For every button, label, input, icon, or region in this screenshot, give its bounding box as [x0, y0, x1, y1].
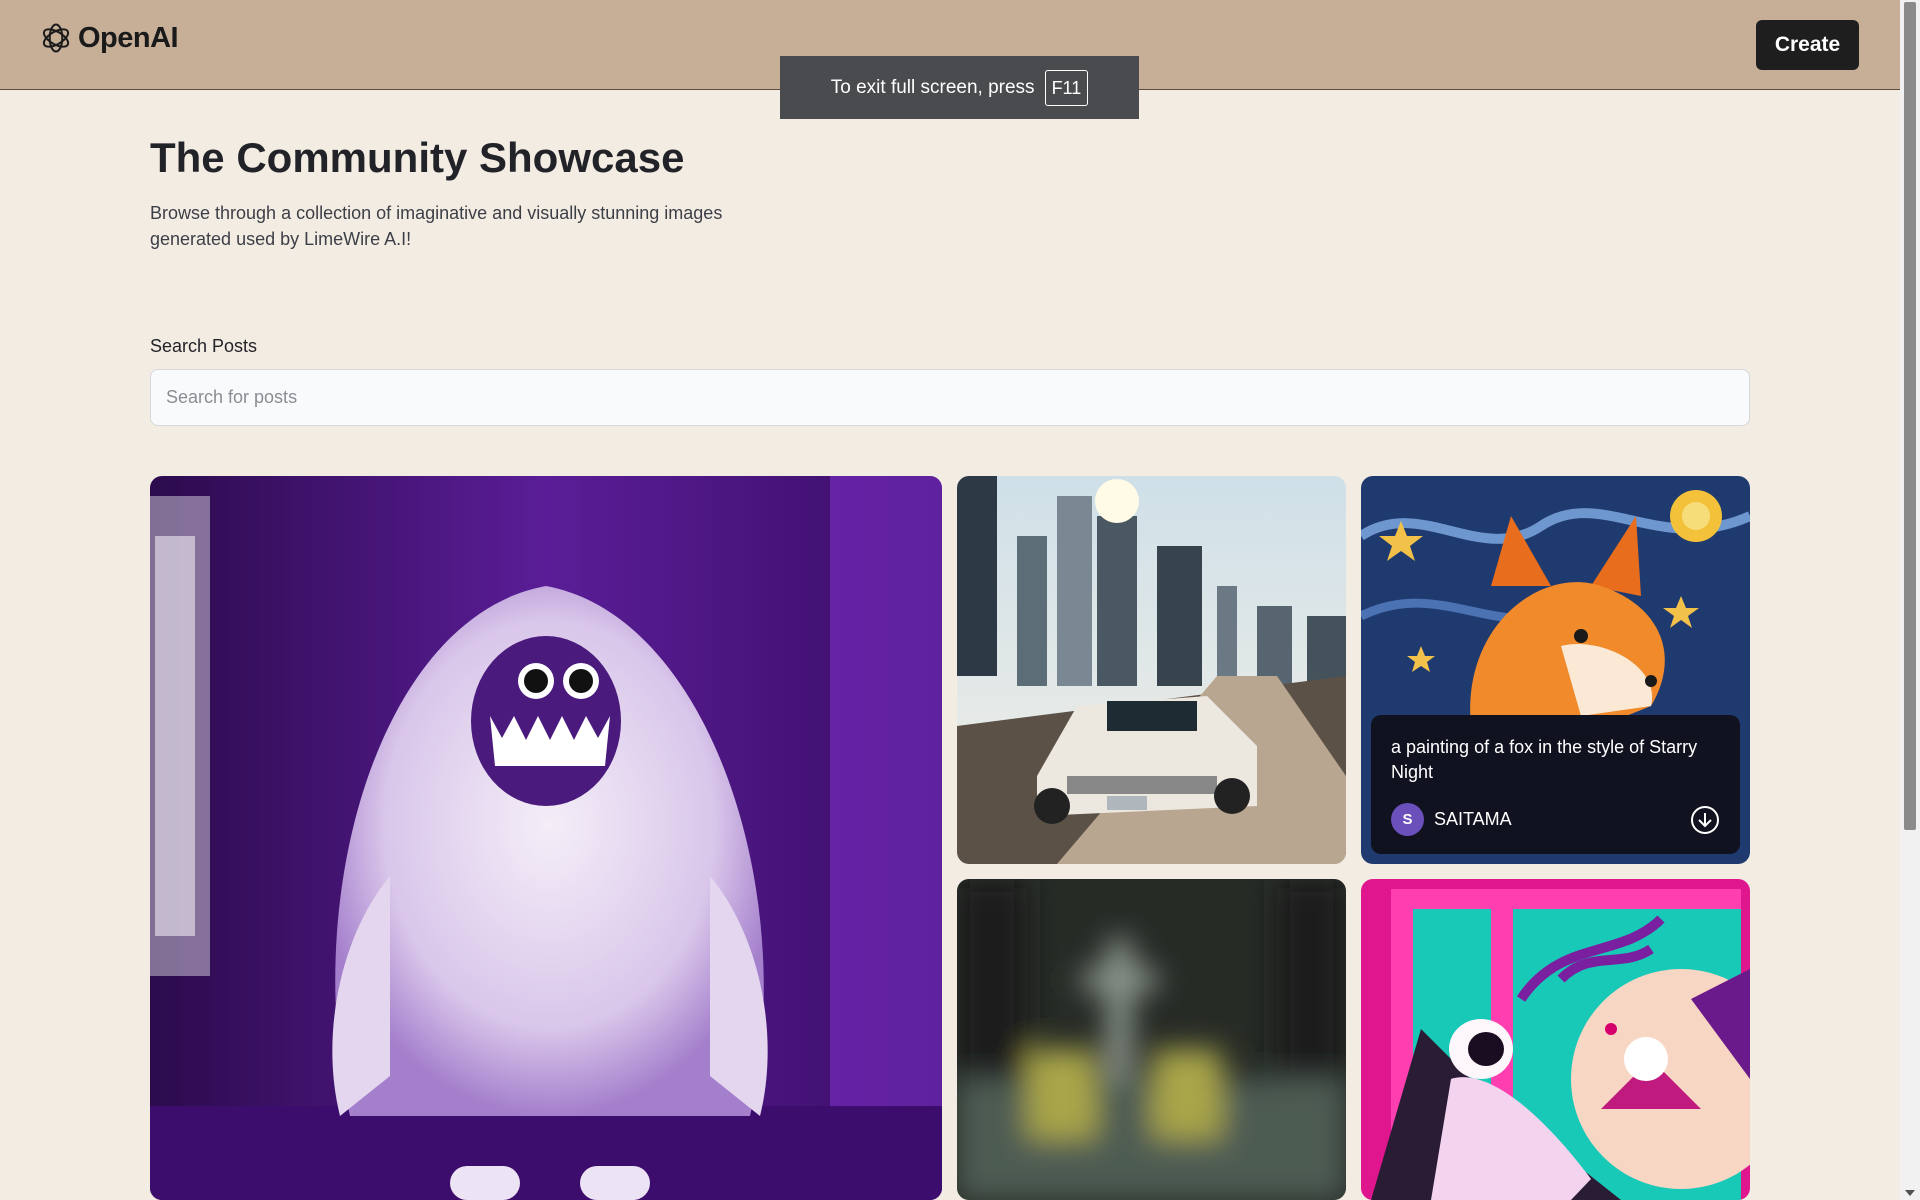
- download-button[interactable]: [1690, 805, 1720, 835]
- fullscreen-notice-text: To exit full screen, press: [830, 76, 1035, 98]
- page-title: The Community Showcase: [150, 134, 685, 181]
- gallery-card-car[interactable]: [957, 476, 1346, 864]
- search-input[interactable]: [150, 369, 1750, 426]
- create-button[interactable]: Create: [1756, 20, 1859, 70]
- download-icon: [1691, 805, 1719, 834]
- monster-image: [150, 476, 942, 1200]
- card-caption: a painting of a fox in the style of Star…: [1371, 715, 1740, 854]
- gallery-card-monster[interactable]: [150, 476, 942, 1200]
- astronaut-image: [1361, 879, 1750, 1200]
- car-image: [957, 476, 1346, 864]
- openai-logo-icon: [42, 23, 70, 53]
- search-label: Search Posts: [150, 336, 258, 356]
- scrollbar-thumb[interactable]: [1904, 2, 1916, 830]
- gallery-card-fox[interactable]: a painting of a fox in the style of Star…: [1361, 476, 1750, 864]
- gallery-card-blurred[interactable]: [957, 879, 1346, 1200]
- logo[interactable]: OpenAI: [38, 18, 179, 58]
- fullscreen-key: F11: [1044, 69, 1089, 106]
- card-prompt: a painting of a fox in the style of Star…: [1391, 737, 1698, 782]
- page-scrollbar[interactable]: [1900, 0, 1920, 1200]
- page-subtitle: Browse through a collection of imaginati…: [150, 203, 723, 249]
- avatar: S: [1391, 803, 1424, 836]
- logo-text: OpenAI: [78, 21, 179, 54]
- username: SAITAMA: [1434, 809, 1512, 829]
- blurred-image: [957, 879, 1346, 1200]
- card-user: S SAITAMA: [1391, 803, 1512, 836]
- scroll-down-arrow-icon[interactable]: [1905, 1190, 1915, 1196]
- gallery-card-astronaut[interactable]: [1361, 879, 1750, 1200]
- card-caption-footer: S SAITAMA: [1391, 803, 1720, 836]
- fullscreen-notice: To exit full screen, press F11: [780, 56, 1139, 119]
